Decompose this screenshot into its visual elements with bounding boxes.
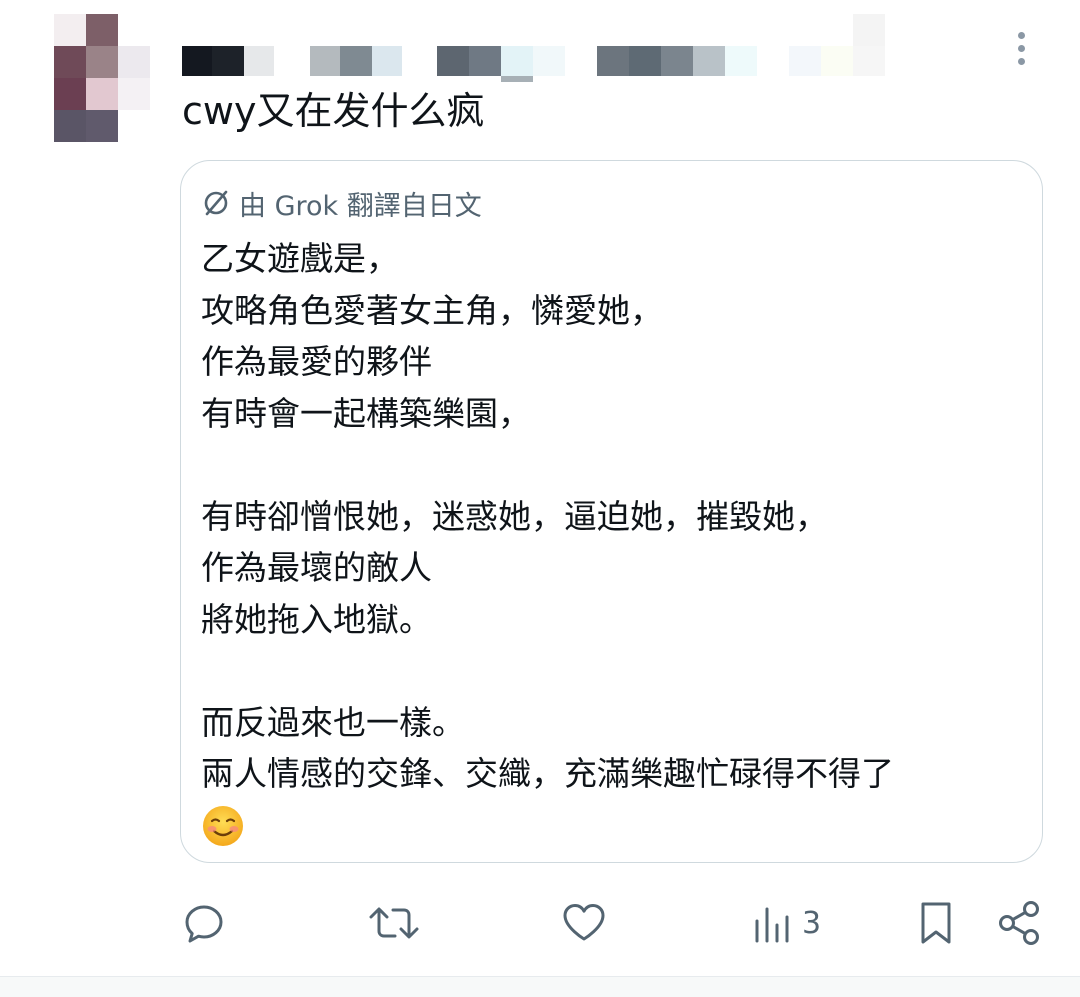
avatar[interactable] xyxy=(54,14,150,142)
translated-line: 而反過來也一樣。 xyxy=(201,702,465,742)
translated-line: 攻略角色愛著女主角，憐愛她， xyxy=(201,290,663,330)
translated-line: 有時卻憎恨她，迷惑她，逼迫她，摧毀她， xyxy=(201,496,828,536)
translation-card: 由 Grok 翻譯自日文 乙女遊戲是， 攻略角色愛著女主角，憐愛她， 作為最愛的… xyxy=(180,160,1043,863)
share-icon xyxy=(999,901,1039,945)
reply-button[interactable] xyxy=(182,895,226,951)
reply-icon xyxy=(185,905,223,943)
repost-icon xyxy=(369,907,419,939)
like-button[interactable] xyxy=(561,895,607,951)
translated-line: 作為最壞的敵人 xyxy=(201,548,432,587)
translation-note-label: 由 Grok 翻譯自日文 xyxy=(239,190,482,222)
post-divider xyxy=(0,976,1080,997)
smiling-face-icon xyxy=(203,805,243,846)
bookmark-icon xyxy=(921,902,951,944)
share-button[interactable] xyxy=(996,895,1042,951)
dot xyxy=(1017,44,1025,52)
translated-line: 將她拖入地獄。 xyxy=(201,599,432,639)
heart-icon xyxy=(563,904,605,941)
emoji-line xyxy=(201,800,894,852)
dot xyxy=(1017,57,1025,65)
translated-line: 乙女遊戲是， xyxy=(201,239,399,278)
translated-line: 兩人情感的交鋒、交織，充滿樂趣忙碌得不得了 xyxy=(201,754,894,793)
translated-line: 作為最愛的夥伴 xyxy=(201,342,432,381)
more-options-button[interactable] xyxy=(1006,28,1036,68)
views-count: 3 xyxy=(802,905,822,941)
post-text: cwy又在发什么疯 xyxy=(182,89,485,133)
repost-button[interactable] xyxy=(368,895,420,951)
dot xyxy=(1017,31,1025,39)
translated-text: 乙女遊戲是， 攻略角色愛著女主角，憐愛她， 作為最愛的夥伴 有時會一起構築樂園，… xyxy=(201,233,894,851)
post-actions: 3 xyxy=(0,895,1080,951)
translation-note[interactable]: 由 Grok 翻譯自日文 xyxy=(201,185,482,222)
grok-icon xyxy=(204,190,228,216)
translated-line: 有時會一起構築樂園， xyxy=(201,393,531,433)
bookmark-button[interactable] xyxy=(916,895,956,951)
views-icon xyxy=(755,907,789,943)
views-button[interactable]: 3 xyxy=(752,895,821,951)
author-name-censored[interactable] xyxy=(182,14,887,82)
